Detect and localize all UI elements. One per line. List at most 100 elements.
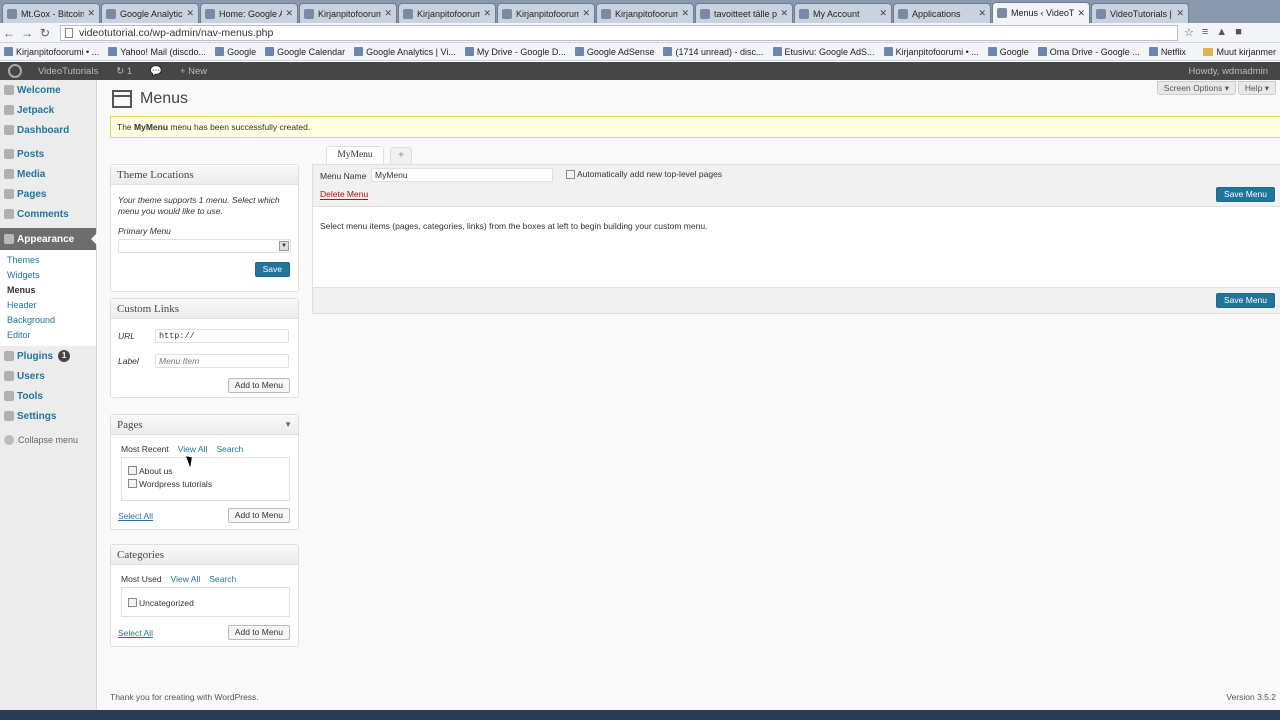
save-locations-button[interactable]: Save [254,262,290,277]
primary-menu-select[interactable]: ▼ [118,239,291,253]
bookmark[interactable]: Netflix [1148,47,1186,57]
sidebar-item-welcome[interactable]: Welcome [0,80,96,100]
tab-most-used[interactable]: Most Used [121,574,162,584]
tab-search[interactable]: Search [209,574,236,584]
bookmark[interactable]: Yahoo! Mail (discdo... [108,47,206,57]
browser-tab-active[interactable]: Menus ‹ VideoTu ✕ [992,2,1090,23]
sidebar-item-media[interactable]: Media [0,164,96,184]
tab-search[interactable]: Search [216,444,243,454]
bookmark[interactable]: Google [215,47,256,57]
close-icon[interactable]: ✕ [186,8,194,19]
tab-view-all[interactable]: View All [171,574,201,584]
site-name-link[interactable]: VideoTutorials [38,66,98,77]
reload-icon[interactable]: ↻ [36,26,54,40]
comments-icon[interactable]: 💬 [150,66,162,77]
sidebar-item-settings[interactable]: Settings [0,406,96,426]
updates-link[interactable]: ↻ 1 [116,66,132,77]
submenu-item-widgets[interactable]: Widgets [0,267,96,282]
browser-tab[interactable]: Mt.Gox - Bitcoin ✕ [2,3,100,23]
close-icon[interactable]: ✕ [285,8,293,19]
tab-mymenu[interactable]: MyMenu [326,146,384,164]
new-content-link[interactable]: + New [180,66,207,77]
menu-icon[interactable]: ≡ [1202,26,1208,39]
bookmark[interactable]: Oma Drive - Google ... [1037,47,1140,57]
sidebar-item-dashboard[interactable]: Dashboard [0,120,96,140]
browser-tab[interactable]: Kirjanpitofoorum ✕ [596,3,694,23]
browser-tab[interactable]: Kirjanpitofoorum ✕ [299,3,397,23]
close-icon[interactable]: ✕ [1176,8,1184,19]
menu-name-input[interactable]: MyMenu [371,168,553,182]
bookmark[interactable]: Google Analytics | Vi... [354,47,456,57]
bookmark[interactable]: Etusivu: Google AdS... [772,47,875,57]
sidebar-item-plugins[interactable]: Plugins 1 [0,346,96,366]
add-categories-button[interactable]: Add to Menu [227,625,290,640]
bookmark[interactable]: Kirjanpitofoorumi • ... [883,47,979,57]
screen-options-button[interactable]: Screen Options ▾ [1156,81,1236,95]
checkbox[interactable] [128,479,137,488]
extension-icon[interactable]: ■ [1235,26,1242,39]
close-icon[interactable]: ✕ [681,8,689,19]
browser-tab[interactable]: Google Analytics ✕ [101,3,199,23]
auto-add-checkbox[interactable] [566,169,575,179]
close-icon[interactable]: ✕ [87,8,95,19]
checkbox[interactable] [128,466,137,475]
save-menu-button[interactable]: Save Menu [1216,187,1275,202]
bookmark-folder[interactable]: Muut kirjanmer [1203,47,1276,57]
sidebar-item-jetpack[interactable]: Jetpack [0,100,96,120]
close-icon[interactable]: ✕ [483,8,491,19]
back-icon[interactable]: ← [0,26,18,40]
browser-tab[interactable]: Kirjanpitofoorum ✕ [398,3,496,23]
label-field[interactable]: Menu Item [155,354,289,368]
sidebar-item-pages[interactable]: Pages [0,184,96,204]
box-title[interactable]: Theme Locations [111,165,298,185]
bookmark[interactable]: Kirjanpitofoorumi • ... [4,47,99,57]
submenu-item-background[interactable]: Background [0,312,96,327]
box-title[interactable]: Categories [111,545,298,565]
url-field[interactable]: http:// [155,329,289,343]
list-item[interactable]: About us [122,464,289,477]
add-custom-link-button[interactable]: Add to Menu [227,378,290,393]
extension-icon[interactable]: ▲ [1216,26,1227,39]
sidebar-item-posts[interactable]: Posts [0,144,96,164]
close-icon[interactable]: ✕ [780,8,788,19]
sidebar-item-appearance[interactable]: Appearance [0,228,97,250]
browser-tab[interactable]: VideoTutorials | J ✕ [1091,3,1189,23]
list-item[interactable]: Wordpress tutorials [122,477,289,490]
chevron-down-icon[interactable]: ▼ [284,415,292,435]
help-button[interactable]: Help ▾ [1237,81,1276,95]
tab-most-recent[interactable]: Most Recent [121,444,169,454]
tab-view-all[interactable]: View All [178,444,208,454]
star-icon[interactable]: ☆ [1184,26,1194,39]
browser-tab[interactable]: Kirjanpitofoorum ✕ [497,3,595,23]
wordpress-logo-icon[interactable] [8,64,22,78]
box-title[interactable]: Custom Links [111,299,298,319]
select-all-link[interactable]: Select All [118,511,153,521]
list-item[interactable]: Uncategorized [122,596,289,609]
browser-tab[interactable]: Home: Google A ✕ [200,3,298,23]
checkbox[interactable] [128,598,137,607]
close-icon[interactable]: ✕ [384,8,392,19]
submenu-item-themes[interactable]: Themes [0,252,96,267]
submenu-item-editor[interactable]: Editor [0,327,96,342]
browser-tab[interactable]: My Account ✕ [794,3,892,23]
submenu-item-header[interactable]: Header [0,297,96,312]
sidebar-item-comments[interactable]: Comments [0,204,96,224]
close-icon[interactable]: ✕ [582,8,590,19]
url-input[interactable]: videotutorial.co/wp-admin/nav-menus.php [60,24,1178,41]
close-icon[interactable]: ✕ [978,8,986,19]
collapse-menu-button[interactable]: Collapse menu [0,430,96,450]
submenu-item-menus[interactable]: Menus [0,282,96,297]
sidebar-item-tools[interactable]: Tools [0,386,96,406]
box-title[interactable]: Pages ▼ [111,415,298,435]
select-all-link[interactable]: Select All [118,628,153,638]
bookmark[interactable]: Google [987,47,1029,57]
delete-menu-link[interactable]: Delete Menu [320,189,369,200]
account-link[interactable]: Howdy, wdmadmin [1188,66,1268,77]
bookmark[interactable]: (1714 unread) - disc... [663,47,764,57]
save-menu-button-bottom[interactable]: Save Menu [1216,293,1275,308]
browser-tab[interactable]: Applications ✕ [893,3,991,23]
bookmark[interactable]: Google AdSense [574,47,654,57]
close-icon[interactable]: ✕ [1077,8,1085,19]
browser-tab[interactable]: tavoitteet tälle pa ✕ [695,3,793,23]
bookmark[interactable]: My Drive - Google D... [464,47,566,57]
